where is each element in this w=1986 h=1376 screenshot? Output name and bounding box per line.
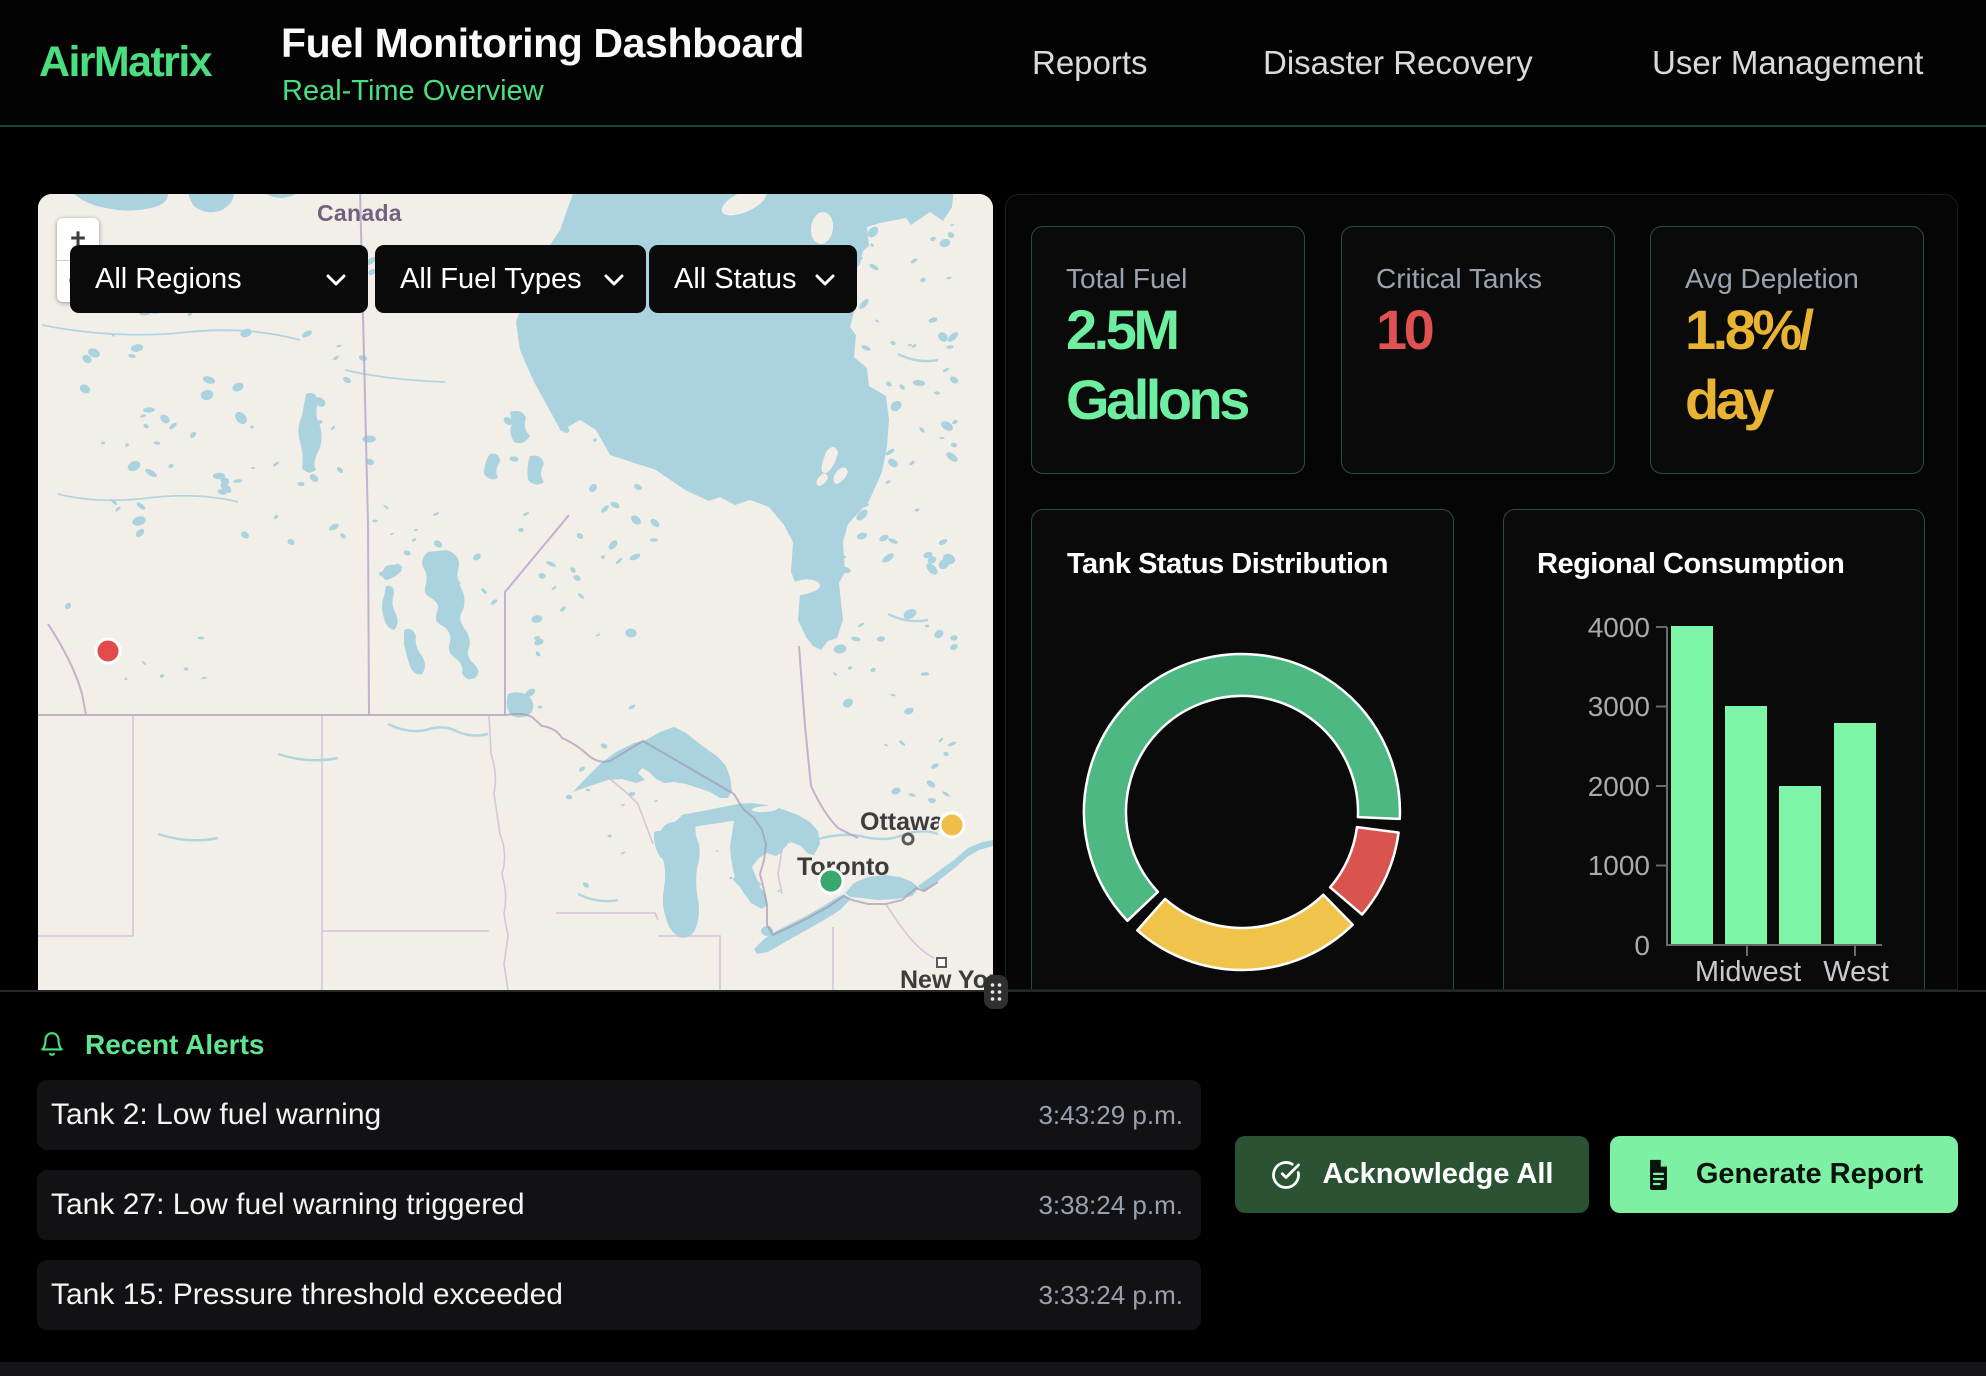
svg-text:Ottawa: Ottawa [860,808,944,836]
svg-text:Canada: Canada [317,200,402,226]
svg-text:New York: New York [900,966,993,990]
svg-text:1000: 1000 [1588,850,1650,881]
svg-text:2000: 2000 [1588,771,1650,802]
svg-text:4000: 4000 [1588,612,1650,643]
svg-text:West: West [1823,956,1889,988]
svg-text:Midwest: Midwest [1695,956,1801,988]
svg-text:3000: 3000 [1588,691,1650,722]
svg-text:0: 0 [1634,930,1650,961]
